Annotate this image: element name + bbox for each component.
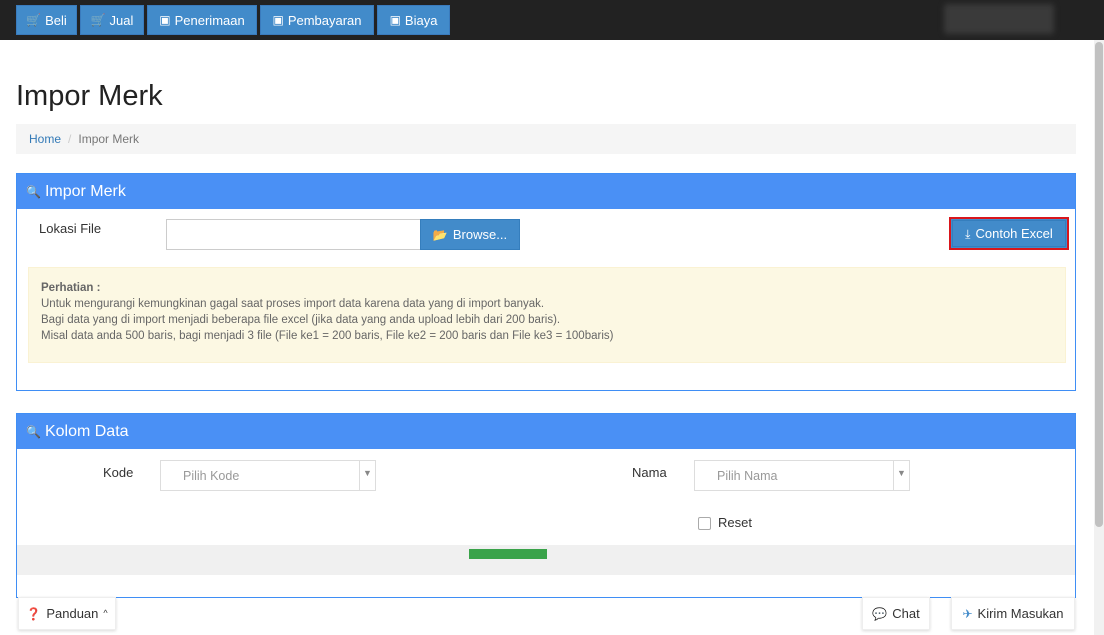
- nama-label: Nama: [632, 465, 667, 480]
- chat-label: Chat: [892, 606, 920, 621]
- chat-icon: 💬: [872, 606, 888, 621]
- money-icon: ▣: [389, 13, 401, 27]
- scrollbar-thumb[interactable]: [1095, 42, 1103, 527]
- kirim-masukan-label: Kirim Masukan: [977, 606, 1064, 621]
- user-menu-blurred[interactable]: [944, 4, 1054, 34]
- money-icon: ▣: [159, 13, 171, 27]
- nav-button-jual[interactable]: 🛒 Jual: [80, 5, 144, 35]
- contoh-excel-button[interactable]: ⤓ Contoh Excel: [949, 217, 1069, 250]
- paper-plane-icon: ✈: [962, 606, 973, 621]
- impor-merk-panel: 🔍 Impor Merk Lokasi File 📂 Browse... ⤓ C…: [16, 173, 1076, 391]
- nav-button-label: Biaya: [404, 12, 438, 28]
- kolom-data-panel: 🔍 Kolom Data Kode Pilih Kode ▼ Nama Pili…: [16, 413, 1076, 598]
- warning-alert: Perhatian : Untuk mengurangi kemungkinan…: [28, 267, 1066, 363]
- breadcrumb: Home / Impor Merk: [16, 124, 1076, 154]
- search-icon: 🔍: [26, 184, 41, 199]
- browse-button[interactable]: 📂 Browse...: [420, 219, 520, 250]
- alert-line: Bagi data yang di import menjadi beberap…: [41, 314, 561, 326]
- alert-line: Untuk mengurangi kemungkinan gagal saat …: [41, 298, 545, 310]
- contoh-excel-label: Contoh Excel: [975, 226, 1053, 241]
- nama-select-placeholder: Pilih Nama: [717, 468, 778, 483]
- panduan-label: Panduan: [46, 606, 99, 621]
- nav-button-label: Jual: [109, 12, 134, 28]
- alert-line: Misal data anda 500 baris, bagi menjadi …: [41, 330, 614, 342]
- kirim-masukan-button[interactable]: ✈ Kirim Masukan: [951, 597, 1075, 630]
- nav-button-beli[interactable]: 🛒 Beli: [16, 5, 77, 35]
- panduan-button[interactable]: ❓ Panduan ^: [18, 597, 116, 630]
- top-navbar: 🛒 Beli 🛒 Jual ▣ Penerimaan ▣ Pembayaran …: [0, 0, 1104, 40]
- impor-merk-panel-heading: 🔍 Impor Merk: [17, 174, 1075, 209]
- nav-button-biaya[interactable]: ▣ Biaya: [377, 5, 450, 35]
- caret-down-icon: ▼: [359, 461, 375, 490]
- download-icon: ⤓: [965, 226, 971, 241]
- browse-button-label: Browse...: [452, 227, 508, 242]
- file-path-input[interactable]: [166, 219, 421, 250]
- kode-label: Kode: [103, 465, 134, 480]
- alert-title: Perhatian :: [41, 282, 101, 294]
- breadcrumb-home-link[interactable]: Home: [29, 132, 61, 146]
- chevron-up-icon: ^: [103, 608, 108, 618]
- nav-button-label: Beli: [45, 12, 67, 28]
- kode-select[interactable]: Pilih Kode ▼: [160, 460, 376, 491]
- breadcrumb-current: Impor Merk: [78, 132, 140, 146]
- submit-button[interactable]: [469, 549, 547, 559]
- breadcrumb-separator: /: [68, 132, 72, 146]
- nav-button-penerimaan[interactable]: ▣ Penerimaan: [147, 5, 257, 35]
- cart-icon: 🛒: [90, 13, 106, 27]
- search-icon: 🔍: [26, 424, 41, 439]
- panel-heading-text: Impor Merk: [44, 182, 126, 200]
- folder-open-icon: 📂: [432, 227, 448, 242]
- question-circle-icon: ❓: [26, 606, 42, 621]
- reset-label: Reset: [718, 515, 752, 530]
- nama-select[interactable]: Pilih Nama ▼: [694, 460, 910, 491]
- reset-checkbox[interactable]: [698, 517, 711, 530]
- nav-button-pembayaran[interactable]: ▣ Pembayaran: [260, 5, 374, 35]
- kode-select-placeholder: Pilih Kode: [183, 468, 240, 483]
- kolom-data-panel-heading: 🔍 Kolom Data: [17, 414, 1075, 449]
- file-location-label: Lokasi File: [39, 221, 102, 236]
- nav-button-label: Penerimaan: [174, 12, 245, 28]
- chat-button[interactable]: 💬 Chat: [862, 597, 930, 630]
- panel-heading-text: Kolom Data: [44, 422, 129, 440]
- caret-down-icon: ▼: [893, 461, 909, 490]
- page-title: Impor Merk: [16, 80, 163, 112]
- nav-button-label: Pembayaran: [287, 12, 362, 28]
- cart-icon: 🛒: [26, 13, 42, 27]
- money-icon: ▣: [272, 13, 284, 27]
